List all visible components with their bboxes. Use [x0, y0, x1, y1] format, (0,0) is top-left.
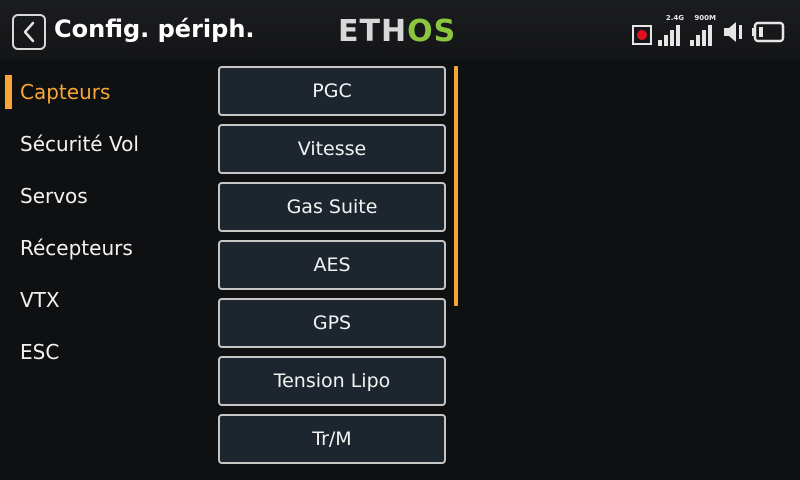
- sensor-button-gas-suite[interactable]: Gas Suite: [218, 182, 446, 232]
- sensor-button-vitesse[interactable]: Vitesse: [218, 124, 446, 174]
- signal-2-4g-icon: 2.4G: [658, 14, 684, 46]
- sidebar-item-capteurs[interactable]: Capteurs: [0, 66, 210, 118]
- sensor-button-tension-lipo[interactable]: Tension Lipo: [218, 356, 446, 406]
- sidebar-item-securite-vol[interactable]: Sécurité Vol: [0, 118, 210, 170]
- sidebar-item-label: Sécurité Vol: [20, 132, 139, 156]
- sidebar-item-esc[interactable]: ESC: [0, 326, 210, 378]
- ethos-logo: ETHOS: [338, 14, 457, 49]
- sidebar-menu: Capteurs Sécurité Vol Servos Récepteurs …: [0, 66, 210, 378]
- sidebar-item-label: VTX: [20, 288, 60, 312]
- top-bar: Config. périph. ETHOS 2.4G 900M: [0, 0, 800, 60]
- sidebar-item-label: Récepteurs: [20, 236, 133, 260]
- sidebar-item-servos[interactable]: Servos: [0, 170, 210, 222]
- active-indicator: [5, 75, 12, 109]
- speaker-icon[interactable]: [722, 19, 746, 45]
- signal-900m-icon: 900M: [690, 14, 716, 46]
- sidebar-item-label: ESC: [20, 340, 60, 364]
- sensor-button-pgc[interactable]: PGC: [218, 66, 446, 116]
- sidebar-item-label: Servos: [20, 184, 88, 208]
- signal-2-4g-label: 2.4G: [665, 14, 684, 22]
- sensor-button-aes[interactable]: AES: [218, 240, 446, 290]
- sidebar-item-recepteurs[interactable]: Récepteurs: [0, 222, 210, 274]
- sensor-button-tr-m[interactable]: Tr/M: [218, 414, 446, 464]
- sidebar-item-vtx[interactable]: VTX: [0, 274, 210, 326]
- battery-icon: [752, 21, 785, 43]
- record-icon[interactable]: [632, 25, 652, 45]
- signal-900m-label: 900M: [694, 14, 716, 22]
- list-scrollbar[interactable]: [454, 66, 458, 306]
- status-icons: 2.4G 900M: [632, 14, 788, 46]
- sidebar-item-label: Capteurs: [20, 80, 111, 104]
- page-title: Config. périph.: [54, 15, 255, 43]
- sensor-button-gps[interactable]: GPS: [218, 298, 446, 348]
- back-button[interactable]: [12, 14, 46, 50]
- back-arrow-icon: [23, 21, 35, 43]
- sensor-list: PGC Vitesse Gas Suite AES GPS Tension Li…: [218, 66, 446, 472]
